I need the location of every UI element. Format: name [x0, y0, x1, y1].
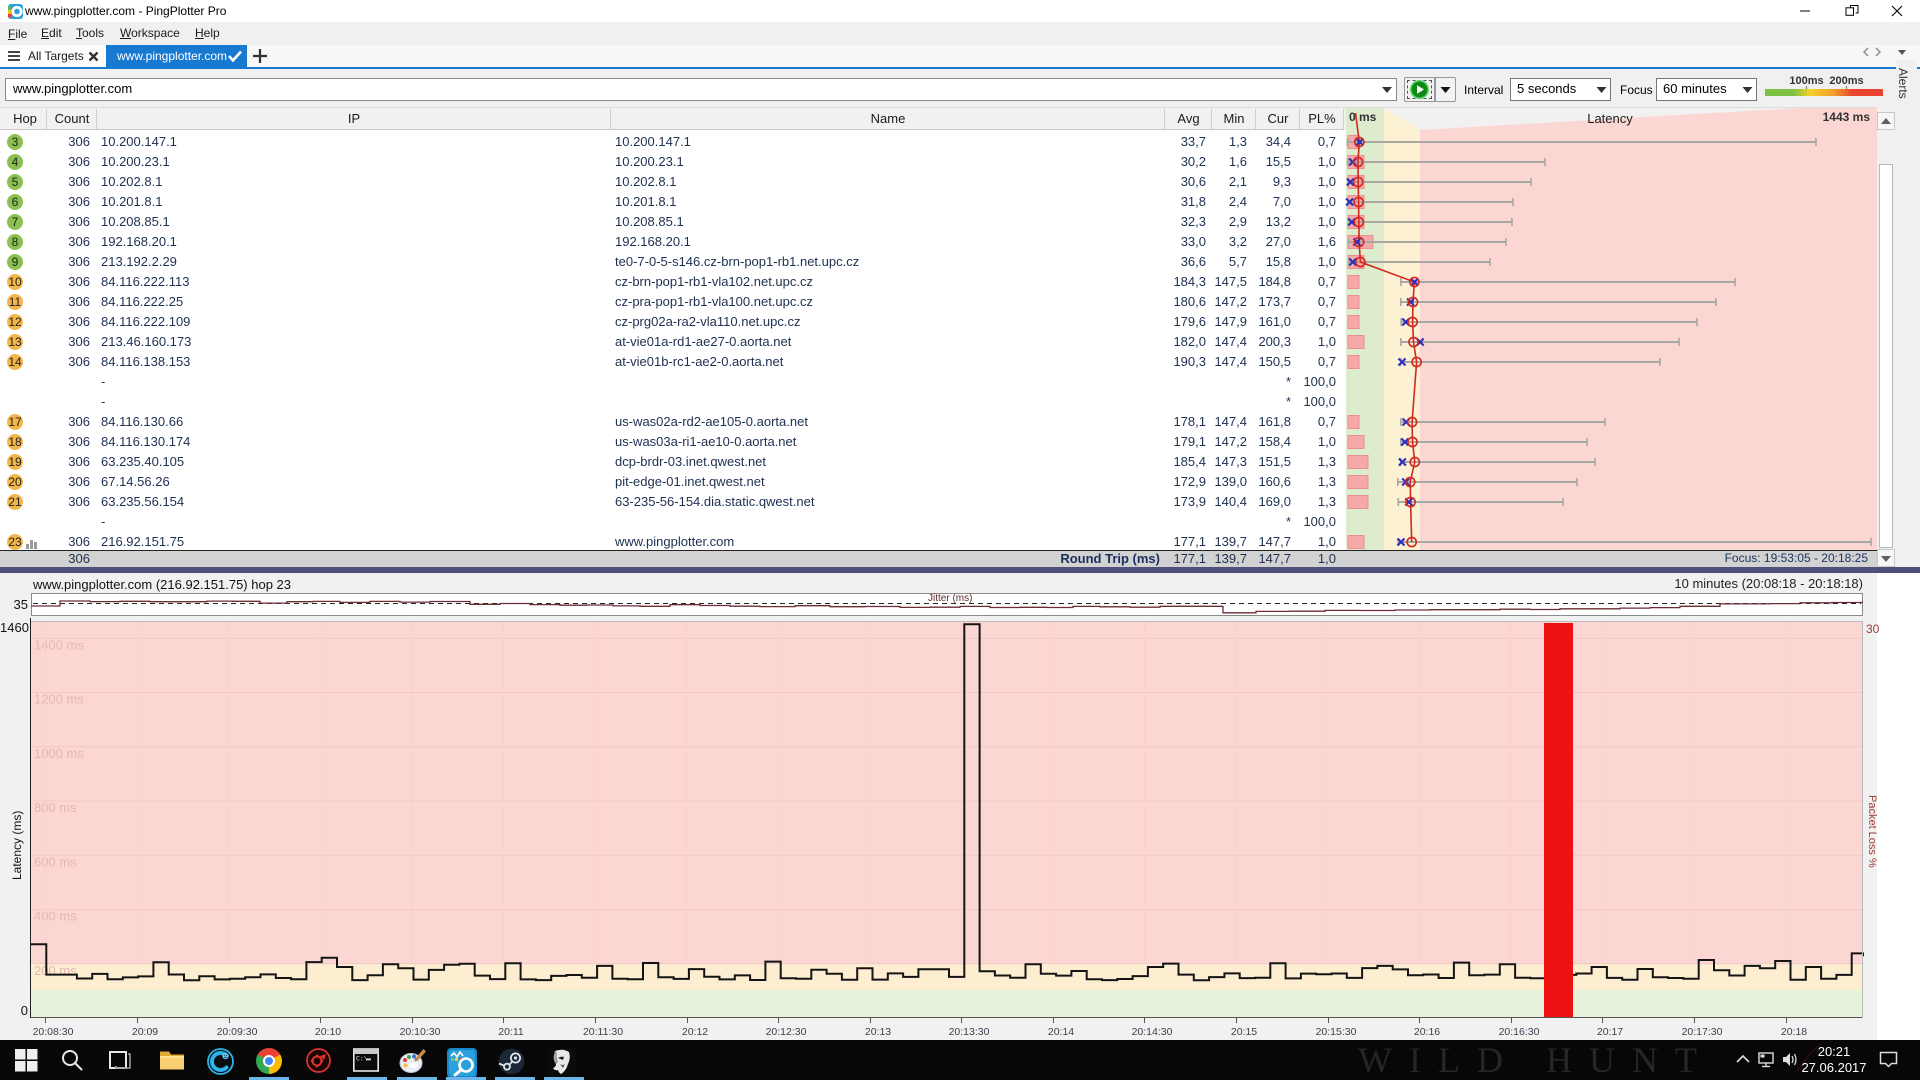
- svg-text:1400 ms: 1400 ms: [34, 637, 84, 652]
- svg-text:600 ms: 600 ms: [34, 854, 77, 869]
- svg-text:Jitter (ms): Jitter (ms): [928, 593, 972, 604]
- svg-text:800 ms: 800 ms: [34, 800, 77, 815]
- svg-text:400 ms: 400 ms: [34, 909, 77, 924]
- svg-text:1000 ms: 1000 ms: [34, 746, 84, 761]
- svg-text:1200 ms: 1200 ms: [34, 692, 84, 707]
